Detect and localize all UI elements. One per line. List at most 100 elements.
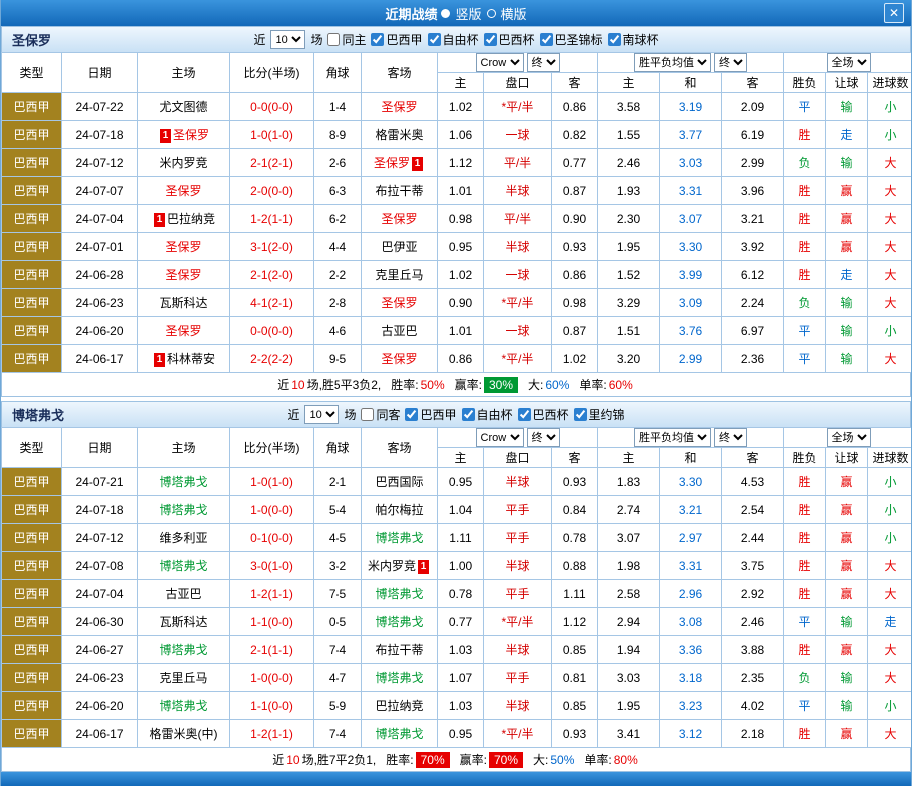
home-team-cell: 1圣保罗 bbox=[138, 121, 230, 149]
league-filter-1[interactable]: 巴西甲 bbox=[405, 406, 456, 423]
handicap-cell: 半球 bbox=[484, 177, 552, 205]
odds-stage-select[interactable]: 终 bbox=[527, 428, 560, 447]
league-cell: 巴西甲 bbox=[2, 608, 62, 636]
match-count-select[interactable]: 10 bbox=[270, 30, 305, 49]
league-filter-4[interactable]: 里约锦 bbox=[574, 406, 625, 423]
league-checkbox[interactable] bbox=[518, 408, 531, 421]
odds-home-cell: 0.95 bbox=[438, 720, 484, 748]
league-cell: 巴西甲 bbox=[2, 205, 62, 233]
match-row: 巴西甲24-07-181圣保罗1-0(1-0)8-9格雷米奥1.06一球0.82… bbox=[2, 121, 912, 149]
near-label: 近 bbox=[287, 406, 299, 423]
corner-cell: 6-2 bbox=[314, 205, 362, 233]
home-team-cell: 博塔弗戈 bbox=[138, 552, 230, 580]
league-filter-3[interactable]: 巴西杯 bbox=[518, 406, 569, 423]
same-venue-filter[interactable]: 同客 bbox=[361, 406, 400, 423]
match-count-select[interactable]: 10 bbox=[304, 405, 339, 424]
odds-stage-select[interactable]: 终 bbox=[527, 53, 560, 72]
horizontal-layout-radio[interactable] bbox=[487, 9, 496, 18]
team-label: 维多利亚 bbox=[159, 531, 207, 545]
handicap-cell: 一球 bbox=[484, 317, 552, 345]
home-team-cell: 圣保罗 bbox=[138, 261, 230, 289]
summary-stat-value: 80% bbox=[614, 753, 638, 767]
summary-stat-value: 60% bbox=[609, 378, 633, 392]
league-checkbox[interactable] bbox=[428, 33, 441, 46]
league-filter-2[interactable]: 自由杯 bbox=[462, 406, 513, 423]
vertical-layout-radio[interactable] bbox=[441, 9, 450, 18]
away-team-cell: 帕尔梅拉 bbox=[362, 496, 438, 524]
result-cell: 平 bbox=[784, 317, 826, 345]
odds-company-select[interactable]: Crow bbox=[476, 53, 524, 72]
avg-draw-cell: 2.97 bbox=[660, 524, 722, 552]
avg-home-cell: 2.74 bbox=[598, 496, 660, 524]
league-checkbox[interactable] bbox=[371, 33, 384, 46]
handicap-cell: 一球 bbox=[484, 261, 552, 289]
summary-stat-value: 30% bbox=[484, 377, 518, 393]
league-label: 里约锦 bbox=[589, 406, 625, 423]
avg-stage-select[interactable]: 终 bbox=[714, 53, 747, 72]
result-cell: 胜 bbox=[784, 177, 826, 205]
score-cell: 2-1(1-1) bbox=[230, 636, 314, 664]
handicap-result-cell: 赢 bbox=[826, 580, 868, 608]
league-filter-2[interactable]: 自由杯 bbox=[428, 31, 479, 48]
home-team-cell: 博塔弗戈 bbox=[138, 636, 230, 664]
odds-away-cell: 0.93 bbox=[552, 233, 598, 261]
league-filter-5[interactable]: 南球杯 bbox=[608, 31, 659, 48]
close-icon[interactable]: ✕ bbox=[884, 3, 904, 23]
result-cell: 胜 bbox=[784, 720, 826, 748]
odds-company-select[interactable]: Crow bbox=[476, 428, 524, 447]
scope-select[interactable]: 全场 bbox=[827, 53, 871, 72]
same-venue-checkbox[interactable] bbox=[327, 33, 340, 46]
avg-draw-cell: 3.30 bbox=[660, 233, 722, 261]
handicap-cell: 平手 bbox=[484, 524, 552, 552]
avg-home-cell: 1.51 bbox=[598, 317, 660, 345]
score-cell: 4-1(2-1) bbox=[230, 289, 314, 317]
match-row: 巴西甲24-06-20博塔弗戈1-1(0-0)5-9巴拉纳竞1.03半球0.85… bbox=[2, 692, 912, 720]
summary-stat-label: 大: bbox=[528, 376, 543, 393]
avg-type-select[interactable]: 胜平负均值 bbox=[634, 428, 711, 447]
avg-away-cell: 2.24 bbox=[722, 289, 784, 317]
league-cell: 巴西甲 bbox=[2, 177, 62, 205]
col-avg-away: 客 bbox=[722, 73, 784, 93]
corner-cell: 0-5 bbox=[314, 608, 362, 636]
date-cell: 24-06-27 bbox=[62, 636, 138, 664]
avg-type-select[interactable]: 胜平负均值 bbox=[634, 53, 711, 72]
filter-controls: 近 10 场 同客 巴西甲自由杯巴西杯里约锦 bbox=[287, 405, 624, 424]
same-venue-filter[interactable]: 同主 bbox=[327, 31, 366, 48]
section-botafogo: 博塔弗戈 近 10 场 同客 巴西甲自由杯巴西杯里约锦 bbox=[1, 401, 911, 772]
league-checkbox[interactable] bbox=[405, 408, 418, 421]
home-team-cell: 1巴拉纳竞 bbox=[138, 205, 230, 233]
avg-away-cell: 2.44 bbox=[722, 524, 784, 552]
league-filter-3[interactable]: 巴西杯 bbox=[484, 31, 535, 48]
avg-home-cell: 3.29 bbox=[598, 289, 660, 317]
odds-away-cell: 0.88 bbox=[552, 552, 598, 580]
avg-home-cell: 3.20 bbox=[598, 345, 660, 373]
handicap-cell: 半球 bbox=[484, 552, 552, 580]
handicap-cell: *平/半 bbox=[484, 289, 552, 317]
league-checkbox[interactable] bbox=[608, 33, 621, 46]
avg-draw-cell: 3.12 bbox=[660, 720, 722, 748]
corner-cell: 2-6 bbox=[314, 149, 362, 177]
date-cell: 24-07-21 bbox=[62, 468, 138, 496]
avg-away-cell: 2.54 bbox=[722, 496, 784, 524]
team-label: 布拉干蒂 bbox=[375, 643, 423, 657]
team-label: 瓦斯科达 bbox=[159, 615, 207, 629]
league-checkbox[interactable] bbox=[462, 408, 475, 421]
league-filter-4[interactable]: 巴圣锦标 bbox=[540, 31, 603, 48]
avg-stage-select[interactable]: 终 bbox=[714, 428, 747, 447]
games-label: 场 bbox=[310, 31, 322, 48]
avg-away-cell: 2.36 bbox=[722, 345, 784, 373]
same-venue-checkbox[interactable] bbox=[361, 408, 374, 421]
scope-select[interactable]: 全场 bbox=[827, 428, 871, 447]
goals-result-cell: 小 bbox=[868, 524, 912, 552]
handicap-result-cell: 赢 bbox=[826, 177, 868, 205]
team-label: 博塔弗戈 bbox=[375, 671, 423, 685]
team-label: 尤文图德 bbox=[159, 100, 207, 114]
league-checkbox[interactable] bbox=[484, 33, 497, 46]
handicap-cell: 平手 bbox=[484, 496, 552, 524]
away-team-cell: 克里丘马 bbox=[362, 261, 438, 289]
league-checkbox[interactable] bbox=[574, 408, 587, 421]
league-filter-1[interactable]: 巴西甲 bbox=[371, 31, 422, 48]
goals-result-cell: 大 bbox=[868, 233, 912, 261]
league-checkbox[interactable] bbox=[540, 33, 553, 46]
avg-home-cell: 1.94 bbox=[598, 636, 660, 664]
